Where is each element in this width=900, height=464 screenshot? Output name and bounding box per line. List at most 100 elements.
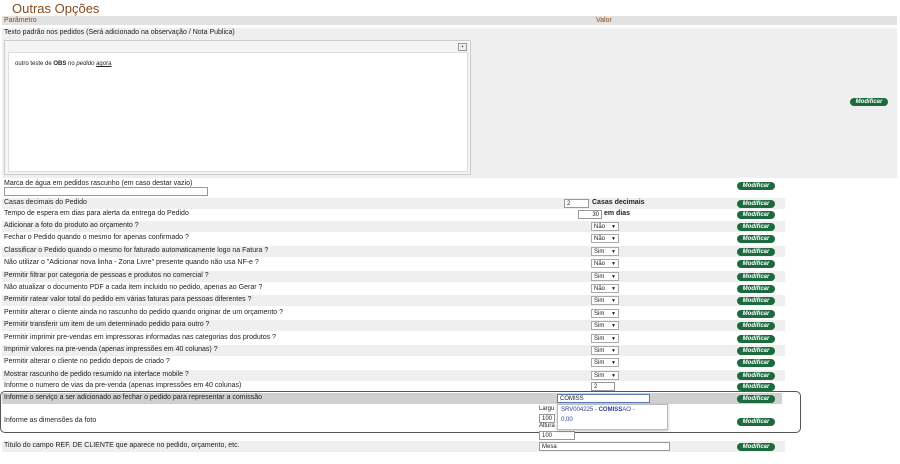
chevron-down-icon: ▼ bbox=[611, 286, 616, 292]
option-select-value: Sim bbox=[594, 298, 605, 304]
modify-button[interactable]: Modificar bbox=[737, 260, 775, 268]
option-label: Não utilizar o "Adicionar nova linha - Z… bbox=[4, 259, 259, 266]
modify-button[interactable]: Modificar bbox=[737, 359, 775, 367]
editor-area[interactable]: outro teste de OBS no pedido agora bbox=[8, 52, 468, 172]
editor-toolbar-button[interactable]: ▪ bbox=[458, 43, 467, 51]
modify-button[interactable]: Modificar bbox=[737, 322, 775, 330]
option-select[interactable]: Sim ▼ bbox=[591, 296, 619, 305]
option-row: Permitir imprimir pre-vendas em impresso… bbox=[2, 333, 785, 344]
chevron-down-icon: ▼ bbox=[611, 261, 616, 267]
modify-button[interactable]: Modificar bbox=[737, 223, 775, 231]
option-select[interactable]: Sim ▼ bbox=[591, 358, 619, 367]
chevron-down-icon: ▼ bbox=[611, 249, 616, 255]
service-label: Informe o serviço a ser adicionado ao fe… bbox=[4, 394, 262, 401]
option-row: Permitir transferir um item de um determ… bbox=[2, 320, 785, 331]
modify-button-wait[interactable]: Modificar bbox=[737, 211, 775, 219]
modify-button[interactable]: Modificar bbox=[737, 347, 775, 355]
option-row: Permitir ratear valor total do pedido em… bbox=[2, 295, 785, 306]
option-label: Permitir imprimir pre-vendas em impresso… bbox=[4, 334, 276, 341]
vias-input[interactable]: 2 bbox=[591, 382, 615, 391]
option-label: Permitir alterar o cliente no pedido dep… bbox=[4, 358, 170, 365]
option-label: Não atualizar o documento PDF a cada ite… bbox=[4, 284, 263, 291]
option-label: Classificar o Pedido quando o mesmo for … bbox=[4, 247, 269, 254]
option-select[interactable]: Sim ▼ bbox=[591, 321, 619, 330]
option-select-value: Não bbox=[594, 236, 606, 242]
option-select-value: Não bbox=[594, 286, 606, 292]
table-header: Parâmetro Valor bbox=[2, 16, 897, 25]
page-title: Outras Opções bbox=[12, 1, 100, 16]
modify-button[interactable]: Modificar bbox=[737, 248, 775, 256]
watermark-input[interactable] bbox=[4, 187, 208, 196]
option-select[interactable]: Sim ▼ bbox=[591, 247, 619, 256]
rich-text-editor: ▪ outro teste de OBS no pedido agora bbox=[4, 40, 471, 175]
decimals-input[interactable]: 2 bbox=[564, 199, 589, 208]
chevron-down-icon: ▼ bbox=[611, 348, 616, 354]
option-select[interactable]: Sim ▼ bbox=[591, 371, 619, 380]
option-row: Permitir alterar o cliente ainda no rasc… bbox=[2, 308, 785, 319]
modify-button-photo[interactable]: Modificar bbox=[737, 418, 775, 426]
chevron-down-icon: ▼ bbox=[611, 236, 616, 242]
option-label: Permitir alterar o cliente ainda no rasc… bbox=[4, 309, 284, 316]
option-row: Classificar o Pedido quando o mesmo for … bbox=[2, 246, 785, 257]
autocomplete-option-value: 0,00 bbox=[561, 417, 573, 423]
chevron-down-icon: ▼ bbox=[611, 224, 616, 230]
param-column-header: Parâmetro bbox=[4, 17, 37, 24]
modify-button[interactable]: Modificar bbox=[737, 297, 775, 305]
watermark-label: Marca de água em pedidos rascunho (em ca… bbox=[4, 180, 193, 187]
autocomplete-dropdown[interactable]: SRV004225 - COMISSAO - 0,00 bbox=[557, 404, 668, 430]
photo-height-input[interactable]: 100 bbox=[539, 431, 575, 440]
option-select[interactable]: Não ▼ bbox=[591, 234, 619, 243]
autocomplete-option[interactable]: SRV004225 - COMISSAO - bbox=[561, 407, 635, 413]
option-label: Permitir filtrar por categoria de pessoa… bbox=[4, 272, 209, 279]
option-select-value: Não bbox=[594, 224, 606, 230]
modify-button-watermark[interactable]: Modificar bbox=[737, 182, 775, 190]
modify-button-editor[interactable]: Modificar bbox=[850, 98, 888, 106]
option-row: Não atualizar o documento PDF a cada ite… bbox=[2, 283, 785, 294]
value-column-header: Valor bbox=[596, 17, 612, 24]
modify-button-vias[interactable]: Modificar bbox=[737, 383, 775, 391]
chevron-down-icon: ▼ bbox=[611, 274, 616, 280]
option-row: Imprimir valores na pre-venda (apenas im… bbox=[2, 345, 785, 356]
option-row: Não utilizar o "Adicionar nova linha - Z… bbox=[2, 258, 785, 269]
modify-button-decimals[interactable]: Modificar bbox=[737, 200, 775, 208]
wait-unit: em dias bbox=[604, 210, 631, 217]
ref-label: Titulo do campo REF. DE CLIENTE que apar… bbox=[4, 442, 240, 449]
watermark-row: Marca de água em pedidos rascunho (em ca… bbox=[2, 179, 785, 197]
photo-height-label: Altura bbox=[539, 423, 555, 429]
modify-button[interactable]: Modificar bbox=[737, 335, 775, 343]
photo-width-input[interactable]: 100 bbox=[539, 414, 555, 423]
option-select-value: Sim bbox=[594, 323, 605, 329]
option-select-value: Sim bbox=[594, 274, 605, 280]
wait-input[interactable]: 30 bbox=[578, 210, 602, 219]
option-select[interactable]: Não ▼ bbox=[591, 259, 619, 268]
option-row: Mostrar rascunho de pedido resumido na i… bbox=[2, 370, 785, 381]
modify-button[interactable]: Modificar bbox=[737, 310, 775, 318]
service-row: Informe o serviço a ser adicionado ao fe… bbox=[2, 393, 782, 404]
option-select-value: Sim bbox=[594, 336, 605, 342]
modify-button-ref[interactable]: Modificar bbox=[737, 443, 775, 451]
vias-label: Informe o numero de vias da pre-venda (a… bbox=[4, 382, 242, 389]
modify-button[interactable]: Modificar bbox=[737, 235, 775, 243]
option-select[interactable]: Sim ▼ bbox=[591, 346, 619, 355]
option-select[interactable]: Sim ▼ bbox=[591, 272, 619, 281]
option-select[interactable]: Sim ▼ bbox=[591, 334, 619, 343]
ref-row: Titulo do campo REF. DE CLIENTE que apar… bbox=[2, 441, 785, 452]
option-select-value: Não bbox=[594, 261, 606, 267]
option-select[interactable]: Não ▼ bbox=[591, 284, 619, 293]
modify-button[interactable]: Modificar bbox=[737, 372, 775, 380]
modify-button[interactable]: Modificar bbox=[737, 285, 775, 293]
modify-button[interactable]: Modificar bbox=[737, 273, 775, 281]
option-label: Imprimir valores na pre-venda (apenas im… bbox=[4, 346, 218, 353]
service-input[interactable]: COMISS bbox=[557, 394, 650, 403]
option-select[interactable]: Sim ▼ bbox=[591, 309, 619, 318]
chevron-down-icon: ▼ bbox=[611, 360, 616, 366]
ref-input[interactable]: Mesa bbox=[539, 442, 670, 451]
option-label: Permitir transferir um item de um determ… bbox=[4, 321, 210, 328]
option-row: Adicionar a foto do produto ao orçamento… bbox=[2, 221, 785, 232]
modify-button-service[interactable]: Modificar bbox=[737, 395, 775, 403]
chevron-down-icon: ▼ bbox=[611, 298, 616, 304]
option-select[interactable]: Não ▼ bbox=[591, 222, 619, 231]
option-select-value: Sim bbox=[594, 249, 605, 255]
chevron-down-icon: ▼ bbox=[611, 373, 616, 379]
option-label: Permitir ratear valor total do pedido em… bbox=[4, 296, 252, 303]
